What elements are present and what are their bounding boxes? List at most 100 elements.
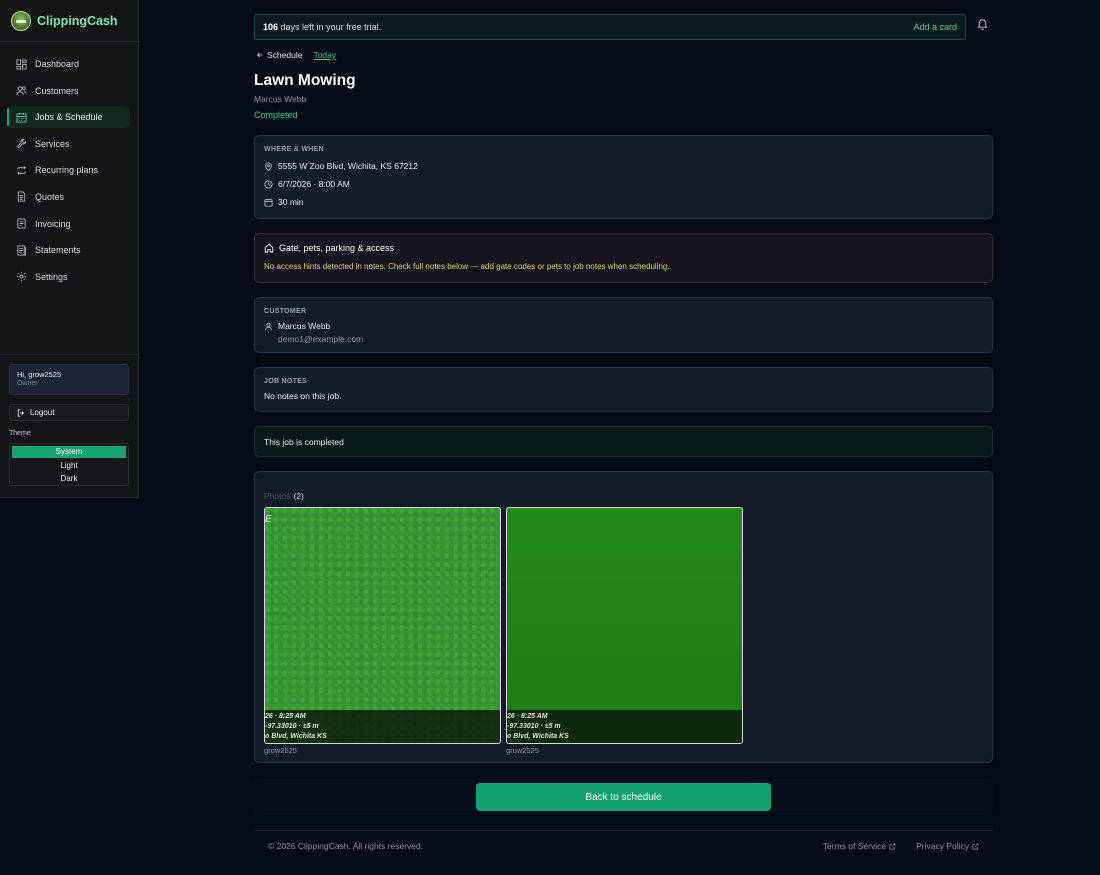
- sidebar-item-quotes[interactable]: Quotes: [8, 186, 130, 208]
- user-card[interactable]: Hi, grow2525 Owner: [9, 364, 129, 395]
- back-to-schedule-button[interactable]: Back to schedule: [476, 783, 771, 811]
- sidebar-item-label: Invoicing: [35, 218, 71, 229]
- users-icon: [16, 85, 27, 96]
- job-notes-card: JOB NOTES No notes on this job.: [254, 367, 993, 412]
- user-greeting: Hi, grow2525: [17, 370, 62, 379]
- privacy-link[interactable]: Privacy Policy: [906, 841, 979, 851]
- clock-icon: [264, 179, 273, 189]
- photo-overlay-line: -97.33010 · ±5 m: [507, 723, 561, 730]
- sidebar-item-label: Settings: [35, 271, 68, 282]
- datetime-row: 6/7/2026 · 8:00 AM: [264, 179, 983, 189]
- sidebar-item-label: Quotes: [35, 191, 65, 202]
- brand-name: ClippingCash: [37, 13, 118, 28]
- logout-label: Logout: [30, 408, 55, 417]
- external-link-icon: [972, 843, 979, 849]
- back-label: Schedule: [267, 50, 303, 60]
- footer-links: Terms of Service Privacy Policy: [803, 841, 979, 851]
- document-icon: [16, 191, 27, 203]
- photo-caption: grow2525: [506, 746, 539, 755]
- invoice-icon: [16, 218, 27, 229]
- map-pin-icon: [265, 162, 272, 171]
- today-link[interactable]: Today: [313, 50, 336, 60]
- access-title: Gate, pets, parking & access: [264, 243, 983, 253]
- sidebar-item-label: Statements: [35, 245, 81, 256]
- footer-copyright: © 2026 ClippingCash. All rights reserved…: [268, 841, 424, 851]
- customer-label: CUSTOMER: [264, 308, 307, 315]
- customer-name: Marcus Webb: [278, 321, 331, 331]
- sidebar-item-label: Services: [35, 138, 70, 149]
- grid-icon: [16, 58, 27, 70]
- job-notes-text: No notes on this job.: [264, 391, 342, 401]
- access-title-text: Gate, pets, parking & access: [279, 243, 395, 253]
- photo-overlay-line: o Blvd, Wichita KS: [265, 733, 327, 740]
- job-notes-label: JOB NOTES: [264, 378, 308, 385]
- arrow-left-icon: [257, 52, 263, 58]
- sidebar-item-services[interactable]: Services: [8, 133, 130, 155]
- brand[interactable]: ClippingCash: [0, 0, 138, 42]
- photos-count: (2): [293, 491, 304, 501]
- breadcrumb: Schedule Today: [256, 50, 336, 60]
- datetime-text: 6/7/2026 · 8:00 AM: [278, 179, 350, 189]
- photo-overlay-line: 26 · 8:25 AM: [265, 713, 306, 720]
- terms-link[interactable]: Terms of Service: [813, 841, 896, 851]
- sidebar-item-label: Dashboard: [35, 59, 80, 69]
- user-icon: [265, 322, 272, 330]
- sidebar-nav: Dashboard Customers Jobs & Schedule Serv…: [0, 42, 138, 288]
- footer-divider: [254, 830, 993, 831]
- where-when-card: WHERE & WHEN 5555 W Zoo Blvd, Wichita, K…: [254, 135, 993, 219]
- sidebar-item-statements[interactable]: Statements: [8, 239, 130, 261]
- trial-message: 106 days left in your free trial.: [263, 22, 381, 32]
- photo-timestamp-overlay: 26 · 8:25 AM -97.33010 · ±5 m o Blvd, Wi…: [507, 710, 742, 743]
- logout-button[interactable]: Logout: [9, 404, 129, 421]
- completed-banner: This job is completed: [254, 426, 993, 457]
- photo-thumbnail[interactable]: E 26 · 8:25 AM -97.33010 · ±5 m o Blvd, …: [264, 507, 501, 744]
- theme-option-system[interactable]: System: [12, 446, 126, 458]
- photo-overlay-line: 26 · 8:25 AM: [507, 713, 548, 720]
- status-badge: Completed: [254, 110, 298, 120]
- sidebar-item-customers[interactable]: Customers: [8, 80, 130, 102]
- photos-label: Photos: [264, 491, 291, 501]
- sidebar-divider: [0, 354, 138, 355]
- sidebar-item-label: Recurring plans: [35, 165, 99, 176]
- sidebar-item-settings[interactable]: Settings: [8, 266, 130, 288]
- photo-item[interactable]: 26 · 8:25 AM -97.33010 · ±5 m o Blvd, Wi…: [506, 507, 743, 755]
- photo-overlay-line: -97.33010 · ±5 m: [265, 723, 319, 730]
- back-to-schedule-link[interactable]: Schedule: [256, 50, 302, 60]
- theme-selector: System Light Dark: [9, 443, 129, 486]
- completed-text: This job is completed: [264, 436, 344, 447]
- sidebar-item-dashboard[interactable]: Dashboard: [8, 53, 130, 75]
- bell-icon[interactable]: [976, 17, 989, 30]
- trial-banner: 106 days left in your free trial. Add a …: [254, 14, 966, 40]
- theme-option-dark[interactable]: Dark: [12, 473, 126, 485]
- customer-name-row[interactable]: Marcus Webb: [264, 321, 983, 331]
- customer-email: demo1@example.com: [278, 334, 364, 344]
- home-icon: [264, 243, 274, 253]
- user-role: Owner: [17, 380, 38, 387]
- photo-overlay-line: o Blvd, Wichita KS: [507, 733, 569, 740]
- photos-card: Photos (2) E 26 · 8:25 AM -97.33010 · ±5 …: [254, 471, 993, 763]
- logo-icon: [11, 10, 31, 31]
- duration-text: 30 min: [278, 197, 304, 207]
- photo-timestamp-overlay: 26 · 8:25 AM -97.33010 · ±5 m o Blvd, Wi…: [265, 710, 500, 743]
- access-hints-card: Gate, pets, parking & access No access h…: [254, 233, 993, 283]
- address-row: 5555 W Zoo Blvd, Wichita, KS 67212: [264, 161, 983, 171]
- gear-icon: [16, 271, 27, 282]
- address-text: 5555 W Zoo Blvd, Wichita, KS 67212: [278, 161, 418, 171]
- sidebar-item-recurring-plans[interactable]: Recurring plans: [8, 159, 130, 181]
- add-card-link[interactable]: Add a card: [913, 22, 957, 32]
- page-title: Lawn Mowing: [254, 72, 356, 89]
- calendar-small-icon: [264, 198, 273, 207]
- customer-card: CUSTOMER Marcus Webb demo1@example.com: [254, 297, 993, 353]
- photo-item[interactable]: E 26 · 8:25 AM -97.33010 · ±5 m o Blvd, …: [264, 507, 501, 755]
- access-message: No access hints detected in notes. Check…: [264, 262, 670, 271]
- sidebar-item-invoicing[interactable]: Invoicing: [8, 213, 130, 235]
- repeat-icon: [16, 165, 27, 176]
- where-when-label: WHERE & WHEN: [264, 146, 324, 153]
- photo-thumbnail[interactable]: 26 · 8:25 AM -97.33010 · ±5 m o Blvd, Wi…: [506, 507, 743, 744]
- trial-text: days left in your free trial.: [280, 22, 382, 32]
- photo-caption: grow2525: [264, 746, 297, 755]
- theme-option-light[interactable]: Light: [12, 460, 126, 472]
- trial-days: 106: [263, 22, 279, 32]
- theme-label: Theme: [9, 430, 31, 437]
- sidebar-item-jobs-schedule[interactable]: Jobs & Schedule: [7, 106, 130, 129]
